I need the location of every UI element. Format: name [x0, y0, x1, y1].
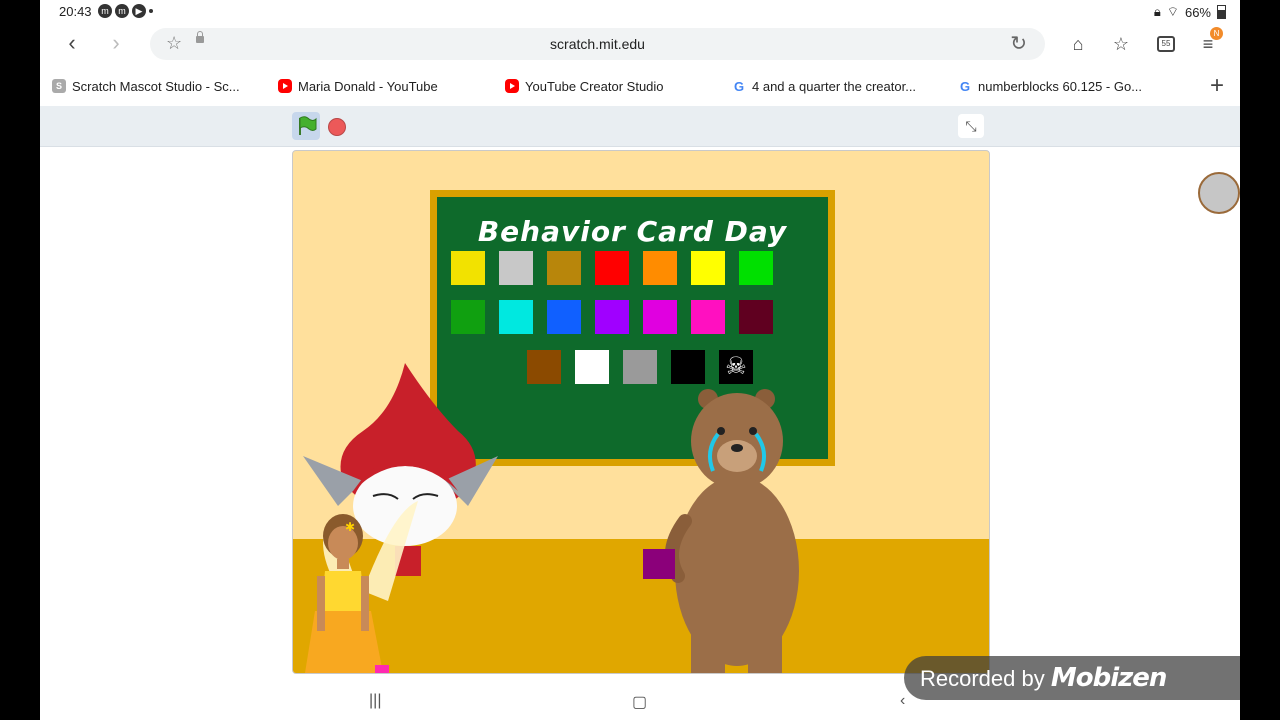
- reload-icon[interactable]: ↻: [1010, 31, 1027, 56]
- battery-level: 66%: [1184, 4, 1211, 20]
- bookmarks-icon[interactable]: ☆: [1110, 33, 1132, 55]
- lock-icon: 🔒︎: [1153, 4, 1161, 19]
- new-tab-icon[interactable]: +: [1210, 74, 1224, 98]
- address-bar[interactable]: ☆ scratch.mit.edu ↻: [150, 28, 1045, 60]
- more-notifications-dot: [149, 9, 153, 13]
- device-screen: 20:43 m m ▶ 🔒︎ ⌔ 66% ‹ › ☆ scratch.mit.e…: [40, 0, 1240, 720]
- status-bar: 20:43 m m ▶ 🔒︎ ⌔ 66%: [40, 0, 1240, 24]
- menu-icon[interactable]: ≡ N: [1197, 27, 1223, 55]
- browser-toolbar: ‹ › ☆ scratch.mit.edu ↻ ⌂ ☆ 55 ≡ N: [40, 24, 1240, 64]
- forward-icon[interactable]: ›: [104, 32, 128, 56]
- tab-maria-donald-youtube[interactable]: Maria Donald - YouTube: [278, 72, 478, 100]
- tab-title: Scratch Mascot Studio - Sc...: [72, 78, 240, 94]
- tab-title: YouTube Creator Studio: [525, 78, 664, 94]
- back-icon[interactable]: ‹: [60, 32, 84, 56]
- stop-button[interactable]: [328, 118, 346, 136]
- back-nav-icon[interactable]: ‹: [900, 692, 905, 710]
- recent-apps-icon[interactable]: |||: [369, 692, 381, 710]
- scratch-player-controls: ⤡: [40, 106, 1240, 147]
- tab-scratch-mascot-studio[interactable]: S Scratch Mascot Studio - Sc...: [52, 72, 252, 100]
- tab-youtube-creator-studio[interactable]: YouTube Creator Studio: [505, 72, 705, 100]
- floating-video-bubble[interactable]: [1198, 172, 1240, 214]
- tab-strip: S Scratch Mascot Studio - Sc... Maria Do…: [40, 68, 1240, 104]
- tab-title: 4 and a quarter the creator...: [752, 78, 917, 94]
- crying-bear-sprite: [664, 389, 799, 673]
- wifi-icon: ⌔: [1166, 4, 1179, 19]
- google-favicon-icon: G: [732, 78, 746, 94]
- tab-title: numberblocks 60.125 - Go...: [978, 78, 1143, 94]
- app-notification-icon: m: [115, 4, 129, 18]
- youtube-favicon-icon: [278, 79, 292, 93]
- stage-sprites: ✱: [303, 363, 799, 673]
- tab-title: Maria Donald - YouTube: [298, 78, 438, 94]
- held-behavior-card: [643, 549, 675, 579]
- system-navigation-bar: ||| ▢ ‹: [40, 686, 1240, 720]
- menu-badge: N: [1210, 27, 1223, 40]
- home-nav-icon[interactable]: ▢: [632, 692, 647, 712]
- url-text[interactable]: scratch.mit.edu: [150, 36, 1045, 52]
- google-favicon-icon: G: [958, 78, 972, 94]
- notification-icons: m m ▶: [98, 4, 153, 18]
- youtube-notification-icon: ▶: [132, 4, 146, 18]
- youtube-favicon-icon: [505, 79, 519, 93]
- app-notification-icon: m: [98, 4, 112, 18]
- scratch-favicon-icon: S: [52, 79, 66, 93]
- battery-icon: [1217, 5, 1226, 19]
- clock: 20:43: [59, 4, 92, 19]
- tab-google-search-4-and-a-quarter[interactable]: G 4 and a quarter the creator...: [732, 72, 932, 100]
- exit-fullscreen-icon[interactable]: ⤡: [958, 114, 984, 138]
- green-flag-button[interactable]: [292, 112, 320, 140]
- green-flag-icon: [299, 116, 317, 135]
- tab-google-search-numberblocks[interactable]: G numberblocks 60.125 - Go...: [958, 72, 1158, 100]
- scratch-stage[interactable]: Behavior Card Day ☠ ✱: [292, 150, 990, 674]
- home-icon[interactable]: ⌂: [1067, 33, 1089, 55]
- status-right: 🔒︎ ⌔ 66%: [1154, 4, 1226, 20]
- svg-text:✱: ✱: [345, 520, 355, 534]
- tab-switcher-icon[interactable]: 55: [1157, 36, 1175, 52]
